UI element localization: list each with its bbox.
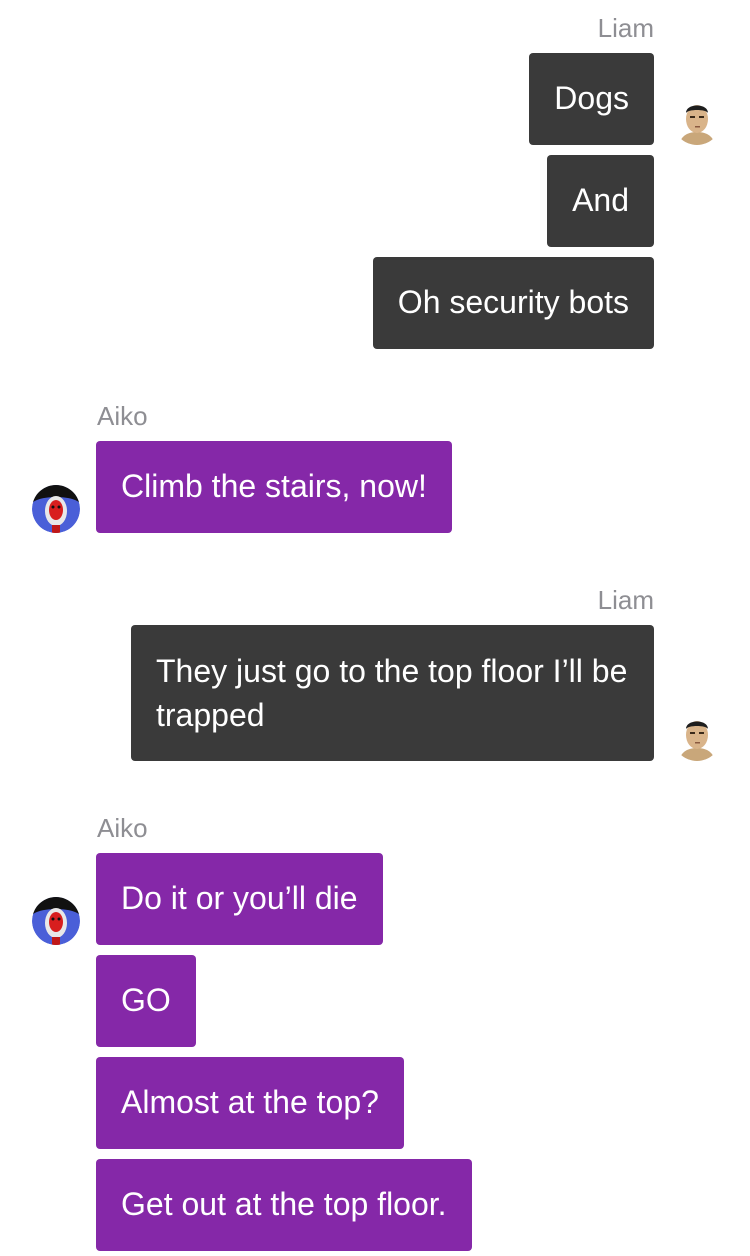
aiko-avatar-icon[interactable] xyxy=(32,485,80,533)
liam-avatar-icon[interactable] xyxy=(673,97,721,145)
message-bubble-incoming[interactable]: Climb the stairs, now! xyxy=(96,441,452,533)
sender-name-liam: Liam xyxy=(597,13,654,43)
message-bubble-outgoing[interactable]: Dogs xyxy=(529,53,654,145)
sender-name-aiko: Aiko xyxy=(97,401,148,431)
message-bubble-outgoing[interactable]: Oh security bots xyxy=(372,257,654,349)
message-bubble-incoming[interactable]: GO xyxy=(96,955,196,1047)
liam-avatar-icon[interactable] xyxy=(673,713,721,761)
message-bubble-outgoing[interactable]: And xyxy=(547,155,654,247)
message-bubble-incoming[interactable]: Do it or you’ll die xyxy=(96,853,383,945)
sender-name-liam: Liam xyxy=(597,585,654,615)
aiko-avatar-icon[interactable] xyxy=(32,897,80,945)
message-bubble-incoming[interactable]: Almost at the top? xyxy=(96,1057,404,1149)
sender-name-aiko: Aiko xyxy=(97,813,148,843)
message-bubble-incoming[interactable]: Get out at the top floor. xyxy=(96,1159,472,1251)
message-bubble-outgoing[interactable]: They just go to the top floor I’ll be tr… xyxy=(131,625,654,761)
